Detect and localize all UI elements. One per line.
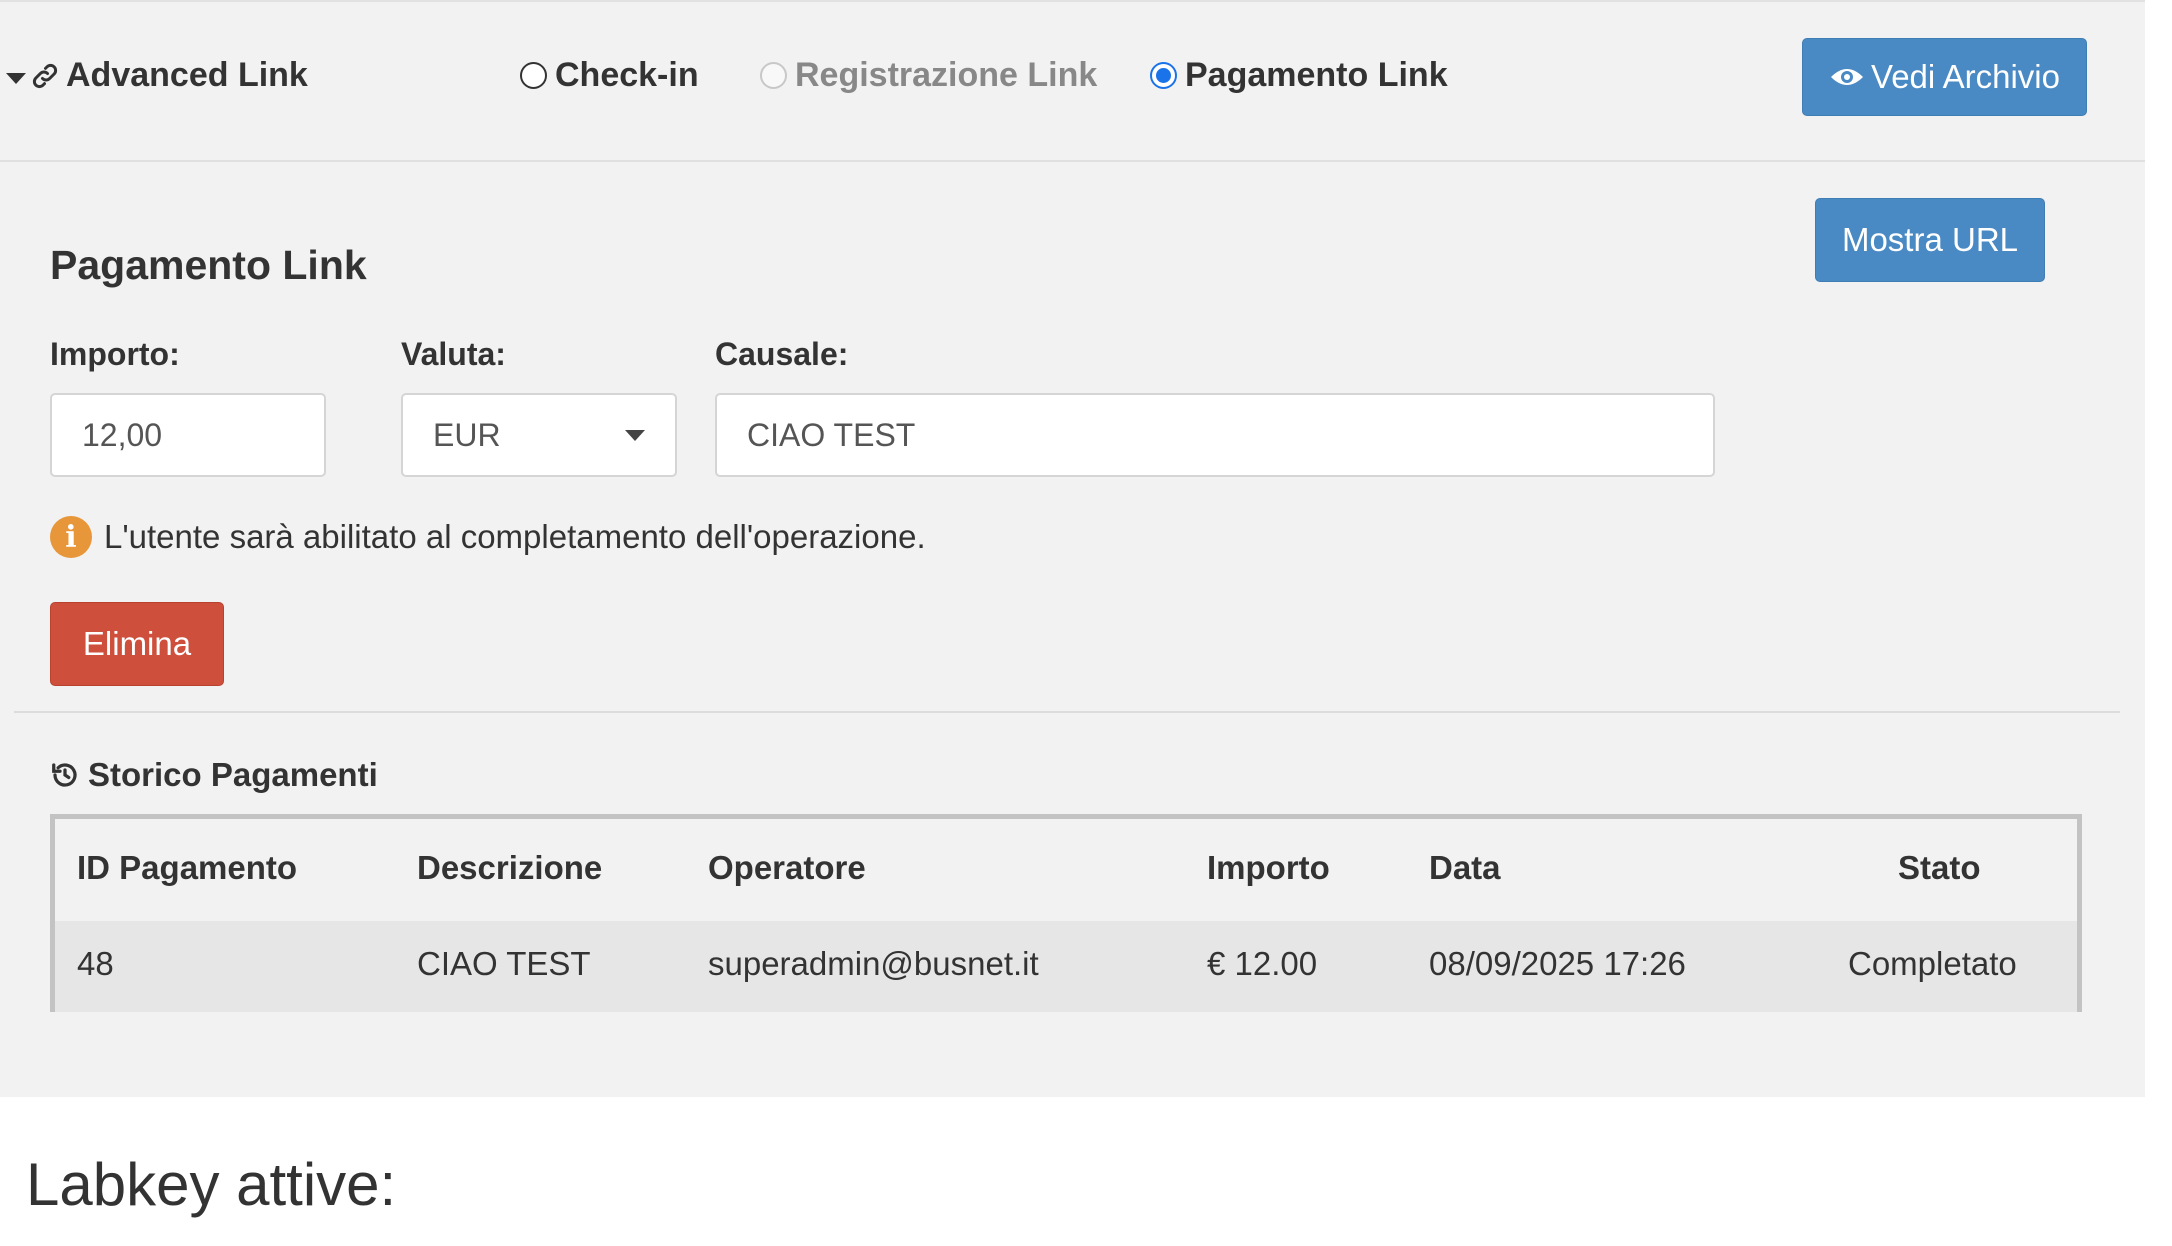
- table-cell: Completato: [1848, 945, 2017, 982]
- valuta-select[interactable]: EUR: [401, 393, 677, 477]
- radio-registrazione-link[interactable]: Registrazione Link: [760, 56, 1097, 95]
- column-header: Descrizione: [417, 849, 603, 886]
- radio-button[interactable]: [1150, 62, 1177, 89]
- table-row: 48 CIAO TEST superadmin@busnet.it € 12.0…: [55, 921, 2077, 1012]
- history-icon: [52, 763, 77, 787]
- link-icon: [32, 63, 58, 88]
- caret-down-icon: [6, 73, 26, 84]
- table-cell: 08/09/2025 17:26: [1429, 945, 1686, 982]
- causale-label: Causale:: [715, 336, 849, 372]
- info-text: L'utente sarà abilitato al completamento…: [104, 518, 926, 555]
- labkey-heading: Labkey attive:: [26, 1151, 397, 1218]
- section-title: Pagamento Link: [50, 242, 367, 288]
- importo-label: Importo:: [50, 336, 180, 372]
- vedi-archivio-label: Vedi Archivio: [1871, 58, 2060, 95]
- column-header: Importo: [1207, 849, 1330, 886]
- info-message: i L'utente sarà abilitato al completamen…: [50, 516, 926, 558]
- elimina-button[interactable]: Elimina: [50, 602, 224, 686]
- valuta-label: Valuta:: [401, 336, 506, 372]
- divider: [14, 711, 2120, 713]
- advanced-link-label: Advanced Link: [66, 56, 308, 94]
- radio-button[interactable]: [760, 62, 787, 89]
- table-cell: superadmin@busnet.it: [708, 945, 1039, 982]
- radio-label: Check-in: [555, 56, 699, 94]
- storico-heading: Storico Pagamenti: [50, 756, 378, 794]
- chevron-down-icon: [625, 430, 645, 441]
- radio-label: Registrazione Link: [795, 56, 1098, 94]
- eye-icon: [1831, 69, 1864, 85]
- column-header: Stato: [1898, 849, 1981, 886]
- advanced-link-panel: Advanced Link Check-in Registrazione Lin…: [0, 0, 2145, 1097]
- mostra-url-button[interactable]: Mostra URL: [1815, 198, 2045, 282]
- vedi-archivio-button[interactable]: Vedi Archivio: [1802, 38, 2087, 116]
- radio-label: Pagamento Link: [1185, 56, 1448, 94]
- radio-button[interactable]: [520, 62, 547, 89]
- importo-input[interactable]: 12,00: [50, 393, 326, 477]
- column-header: Operatore: [708, 849, 866, 886]
- radio-check-in[interactable]: Check-in: [520, 56, 699, 95]
- causale-input[interactable]: CIAO TEST: [715, 393, 1715, 477]
- advanced-link-toggle[interactable]: Advanced Link: [6, 56, 308, 95]
- column-header: Data: [1429, 849, 1501, 886]
- column-header: ID Pagamento: [77, 849, 298, 886]
- payments-table: ID Pagamento Descrizione Operatore Impor…: [50, 814, 2082, 1012]
- radio-pagamento-link[interactable]: Pagamento Link: [1150, 56, 1448, 95]
- table-cell: 48: [77, 945, 114, 982]
- info-icon: i: [50, 516, 92, 558]
- table-cell: CIAO TEST: [417, 945, 591, 982]
- panel-header: Advanced Link Check-in Registrazione Lin…: [0, 2, 2145, 162]
- storico-title: Storico Pagamenti: [88, 756, 378, 793]
- valuta-selected-value: EUR: [433, 416, 501, 453]
- table-cell: € 12.00: [1207, 945, 1318, 982]
